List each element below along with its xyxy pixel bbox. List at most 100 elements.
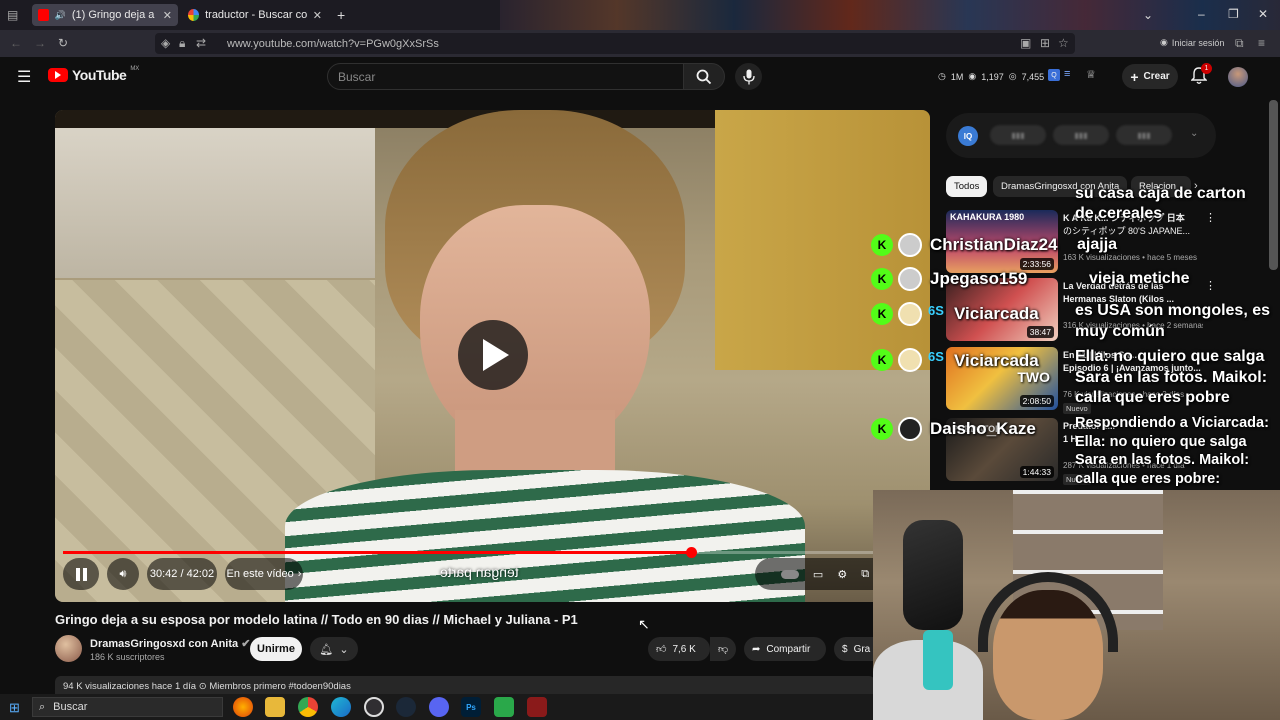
share-button[interactable]: ➦ Compartir (744, 637, 826, 661)
voice-search-button[interactable] (735, 63, 762, 90)
chapters-button[interactable]: En este vídeo › (225, 558, 303, 590)
channel-avatar[interactable] (55, 635, 82, 662)
search-icon: ⌕ (39, 700, 46, 713)
chevron-right-icon: › (297, 568, 302, 580)
extension-q-icon[interactable]: Q (1048, 69, 1060, 81)
window-close-icon[interactable]: ✕ (1258, 7, 1268, 21)
extension-trophy-icon[interactable]: ♕ (1086, 68, 1096, 81)
bookmark-star-icon[interactable]: ☆ (1058, 36, 1069, 50)
file-explorer-icon[interactable] (265, 697, 285, 717)
dislike-button[interactable]: 👎︎ (710, 637, 736, 661)
stat-views: 1M (950, 71, 964, 82)
video-title: Gringo deja a su esposa por modelo latin… (55, 612, 578, 627)
windows-start-icon[interactable]: ⊞ (9, 700, 20, 716)
country-code: MX (130, 66, 140, 72)
search-input[interactable]: Buscar (327, 63, 684, 90)
pause-button[interactable] (63, 558, 99, 590)
chevron-down-icon[interactable]: ⌄ (1190, 128, 1198, 139)
edge-icon[interactable] (331, 697, 351, 717)
volume-button[interactable]: 🔊︎ (107, 558, 139, 590)
tab-list-icon[interactable]: ▤ (7, 8, 18, 22)
avatar[interactable] (1228, 67, 1248, 87)
video-player[interactable]: 🔊︎ 30:42 / 42:02 En este vídeo › ▭ ⚙ ⧉ te… (55, 110, 930, 602)
back-icon[interactable]: ← (10, 36, 22, 50)
iq-chip[interactable]: ▮▮▮ (990, 125, 1046, 145)
xbox-app-icon[interactable] (494, 697, 514, 717)
eye-icon: ◎ (1008, 71, 1017, 81)
capcut-icon[interactable] (527, 697, 547, 717)
maximize-icon[interactable]: ❐ (1228, 7, 1239, 21)
iq-chip[interactable]: ▮▮▮ (1116, 125, 1172, 145)
subtitles-icon[interactable]: ▭ (813, 568, 823, 581)
search-button[interactable] (683, 63, 725, 90)
photoshop-icon[interactable]: Ps (461, 697, 481, 717)
iq-logo-icon[interactable]: IQ (958, 126, 978, 146)
chat-message-text: su casa caja de carton de cereales (1075, 185, 1246, 222)
thumbnail-text: KAHAKURA 1980 (950, 212, 1025, 222)
account-icon: ◉ (1160, 37, 1168, 47)
steam-icon[interactable] (396, 697, 416, 717)
iq-chip[interactable]: ▮▮▮ (1053, 125, 1109, 145)
scrollbar[interactable] (1269, 100, 1278, 270)
chat-username: Daisho_Kaze (930, 419, 1036, 438)
chat-avatar (898, 233, 922, 257)
progress-fill (63, 551, 691, 554)
pause-icon (75, 567, 87, 581)
minimize-icon[interactable]: – (1198, 7, 1205, 21)
progress-scrubber[interactable] (685, 547, 697, 558)
tab-close-icon[interactable]: ✕ (313, 9, 322, 22)
webcam-microphone (903, 520, 963, 630)
obs-icon[interactable] (364, 697, 384, 717)
create-button[interactable]: + Crear (1122, 64, 1178, 89)
chat-username: Viciarcada (954, 304, 1039, 323)
forward-icon[interactable]: → (34, 36, 46, 50)
youtube-logo[interactable]: YouTube MX (48, 66, 140, 83)
subscribe-bell-button[interactable]: 🔔︎ ⌄ (310, 637, 358, 661)
extension-bars-icon[interactable]: ≡ (1064, 68, 1070, 80)
taskbar-search[interactable]: ⌕ Buscar (32, 697, 223, 717)
miniplayer-icon[interactable]: ⧉ (861, 568, 869, 581)
tab-youtube[interactable]: 🔊 (1) Gringo deja a su esposa ✕ (32, 4, 178, 26)
discord-icon[interactable] (429, 697, 449, 717)
more-vert-icon[interactable]: ⋮ (1205, 279, 1216, 292)
thanks-button[interactable]: $ Gra (834, 637, 874, 661)
tab-google[interactable]: traductor - Buscar con Google ✕ (182, 4, 328, 26)
thumbnail-text: TWO (1017, 369, 1050, 385)
new-tab-icon[interactable]: + (337, 7, 345, 23)
notifications-button[interactable]: 1 (1191, 63, 1212, 85)
play-button[interactable] (458, 320, 528, 390)
speaker-icon[interactable]: 🔊 (55, 10, 66, 21)
hamburger-menu-icon[interactable]: ☰ (17, 67, 31, 87)
signin-button[interactable]: ◉ Iniciar sesión (1160, 37, 1224, 48)
channel-name[interactable]: DramasGringosxd con Anita ✔ (90, 637, 250, 650)
join-button[interactable]: Unirme (250, 637, 302, 661)
tab-close-icon[interactable]: ✕ (163, 9, 172, 22)
chrome-icon[interactable] (298, 697, 318, 717)
video-frame-hood (55, 128, 375, 278)
eye-icon: ◉ (968, 71, 977, 81)
chevron-down-icon: ⌄ (339, 643, 349, 656)
time-display: 30:42 / 42:02 (147, 558, 217, 590)
chevron-down-icon[interactable]: ⌄ (1143, 8, 1153, 22)
settings-gear-icon[interactable]: ⚙ (837, 568, 847, 581)
shield-icon[interactable]: ◈ (161, 36, 170, 50)
url-bar[interactable]: www.youtube.com/watch?v=PGw0gXxSrSs (155, 33, 1075, 54)
firefox-icon[interactable] (233, 697, 253, 717)
reload-icon[interactable]: ↻ (58, 36, 68, 50)
url-text: www.youtube.com/watch?v=PGw0gXxSrSs (227, 37, 439, 50)
youtube-favicon-icon (38, 9, 49, 21)
logo-text: YouTube (72, 67, 127, 83)
pip-icon[interactable]: ▣ (1020, 36, 1031, 50)
progress-bar[interactable] (63, 547, 923, 558)
save-icon[interactable]: ⊞ (1040, 36, 1050, 50)
like-button[interactable]: 👍︎ 7,6 K (648, 637, 710, 661)
autoplay-toggle-icon[interactable] (780, 569, 799, 579)
filter-chip-all[interactable]: Todos (946, 176, 988, 197)
chat-avatar (898, 417, 922, 441)
extensions-icon[interactable]: ⧉ (1235, 36, 1244, 51)
clock-icon: ◷ (938, 71, 946, 81)
duration-badge: 38:47 (1026, 326, 1054, 338)
lock-icon[interactable]: 🔒︎ (179, 36, 185, 51)
permissions-icon[interactable]: ⇄ (196, 36, 206, 50)
menu-icon[interactable]: ≡ (1258, 36, 1265, 50)
